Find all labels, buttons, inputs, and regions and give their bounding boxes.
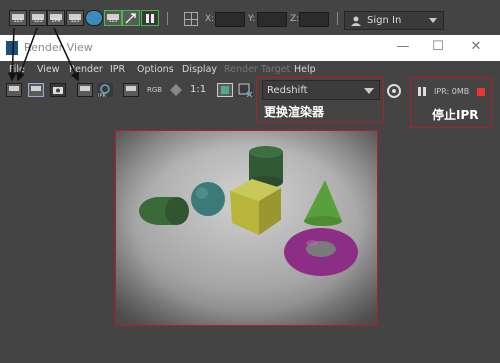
annotation-arrows: [7, 27, 79, 82]
rendered-image: [115, 130, 378, 326]
